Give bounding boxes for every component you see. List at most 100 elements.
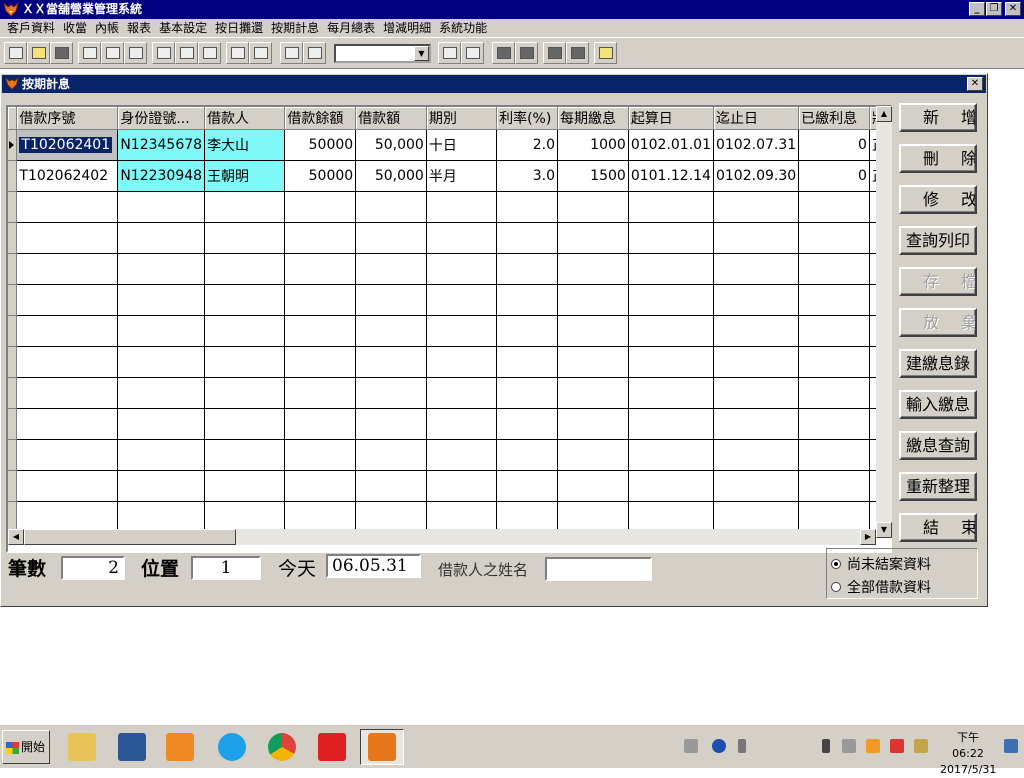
scroll-right-icon[interactable]: ▶ [860,529,876,545]
report-icon[interactable] [461,42,484,64]
enter-interest-button[interactable]: 輸入繳息 [899,390,977,419]
options-icon[interactable] [738,739,746,753]
table-cell[interactable]: 十日 [426,129,498,161]
delete-button[interactable]: 刪除 [899,144,977,173]
internet-explorer-icon[interactable] [210,729,254,765]
borrower-name-input[interactable] [545,557,652,581]
table-cell[interactable]: N12230948 [117,160,206,192]
exit-button[interactable]: 結束 [899,513,977,542]
cut-icon[interactable] [152,42,175,64]
tools-icon[interactable] [515,42,538,64]
save-disk-icon[interactable] [50,42,73,64]
add-button[interactable]: 新增 [899,103,977,132]
table-row-empty[interactable] [8,315,890,347]
menu-internal-accounts[interactable]: 內帳 [91,19,123,37]
table-cell[interactable]: 0 [798,129,870,161]
col-header[interactable]: 利率(%) [496,107,559,130]
table-cell[interactable]: 0102.09.30 [713,160,800,192]
child-close-button[interactable]: ✕ [967,77,983,91]
spell-check-icon[interactable] [124,42,147,64]
col-header[interactable]: 迄止日 [713,107,800,130]
start-button[interactable]: 開始 [2,730,50,764]
row-selector[interactable] [8,129,18,161]
chevron-up-icon[interactable] [822,739,830,753]
table-cell[interactable]: 0 [798,160,870,192]
table-cell[interactable]: N12345678 [117,129,206,161]
col-header[interactable]: 借款序號 [16,107,119,130]
toolbar-combo[interactable]: ▼ [334,44,431,63]
menu-system[interactable]: 系統功能 [435,19,491,37]
col-header[interactable]: 已繳利息 [798,107,870,130]
refresh-button[interactable]: 重新整理 [899,472,977,501]
interest-query-button[interactable]: 繳息查詢 [899,431,977,460]
scroll-left-icon[interactable]: ◀ [8,529,24,545]
table-row-empty[interactable] [8,284,890,316]
table-row-empty[interactable] [8,470,890,502]
build-icon[interactable] [492,42,515,64]
open-folder-icon[interactable] [27,42,50,64]
menu-periodic-interest[interactable]: 按期計息 [267,19,323,37]
col-header[interactable]: 起算日 [628,107,714,130]
keyboard-icon[interactable] [684,739,698,753]
table-cell[interactable]: 1500 [557,160,629,192]
volume-icon[interactable] [842,739,856,753]
table-row-empty[interactable] [8,408,890,440]
menu-daily-amortization[interactable]: 按日攤還 [211,19,267,37]
scroll-down-icon[interactable]: ▼ [876,522,892,538]
minimize-button[interactable]: _ [969,2,985,16]
run-icon[interactable] [280,42,303,64]
discard-button[interactable]: 放棄 [899,308,977,337]
redo-icon[interactable] [249,42,272,64]
chrome-icon[interactable] [260,729,304,765]
paste-icon[interactable] [198,42,221,64]
horizontal-scroll-thumb[interactable] [24,529,236,545]
file-explorer-icon[interactable] [60,729,104,765]
edit-icon[interactable] [566,42,589,64]
menu-basic-settings[interactable]: 基本設定 [155,19,211,37]
chevron-down-icon[interactable]: ▼ [414,46,429,61]
radio-all-loans[interactable]: 全部借款資料 [831,577,931,597]
menu-reports[interactable]: 報表 [123,19,155,37]
clock[interactable]: 下午 06:22 2017/5/31 [940,730,996,778]
table-row-empty[interactable] [8,377,890,409]
vertical-scrollbar[interactable]: ▲ ▼ [876,106,892,538]
print-preview-icon[interactable] [101,42,124,64]
power-icon[interactable] [914,739,928,753]
horizontal-scrollbar[interactable]: ◀ ▶ [8,529,876,545]
window-icon[interactable] [543,42,566,64]
le-app-icon[interactable] [310,729,354,765]
restore-button[interactable]: ❐ [986,2,1002,16]
table-cell[interactable]: 0102.07.31 [713,129,800,161]
table-cell[interactable]: 半月 [426,160,498,192]
new-file-icon[interactable] [4,42,27,64]
media-player-icon[interactable] [158,729,202,765]
menu-customer[interactable]: 客戶資料 [3,19,59,37]
col-header[interactable]: 借款額 [355,107,427,130]
help-icon[interactable] [594,42,617,64]
table-cell[interactable]: 李大山 [204,129,286,161]
table-row-empty[interactable] [8,222,890,254]
menu-change-details[interactable]: 增減明細 [379,19,435,37]
table-row-empty[interactable] [8,253,890,285]
query-print-button[interactable]: 查詢列印 [899,226,977,255]
table-cell[interactable]: 50000 [284,129,357,161]
form-icon[interactable] [438,42,461,64]
show-desktop-icon[interactable] [1004,739,1018,753]
table-cell[interactable]: 50,000 [355,160,427,192]
scroll-up-icon[interactable]: ▲ [876,106,892,122]
help-tray-icon[interactable] [712,739,726,753]
menu-pawn-intake[interactable]: 收當 [59,19,91,37]
table-cell[interactable]: 0101.12.14 [628,160,714,192]
col-header[interactable]: 期別 [426,107,498,130]
table-cell[interactable]: 50,000 [355,129,427,161]
loan-grid[interactable]: 借款序號 身份證號... 借款人 借款餘額 借款額 期別 利率(%) 每期繳息 … [6,105,892,553]
table-cell[interactable]: 0102.01.01 [628,129,714,161]
table-row-empty[interactable] [8,439,890,471]
radio-open-cases[interactable]: 尚未結案資料 [831,554,931,574]
table-row-empty[interactable] [8,346,890,378]
create-interest-record-button[interactable]: 建繳息錄 [899,349,977,378]
col-header[interactable]: 借款人 [204,107,286,130]
table-cell[interactable]: T102062401 [16,129,119,161]
col-header[interactable]: 身份證號... [117,107,206,130]
table-cell[interactable]: 王朝明 [204,160,286,192]
